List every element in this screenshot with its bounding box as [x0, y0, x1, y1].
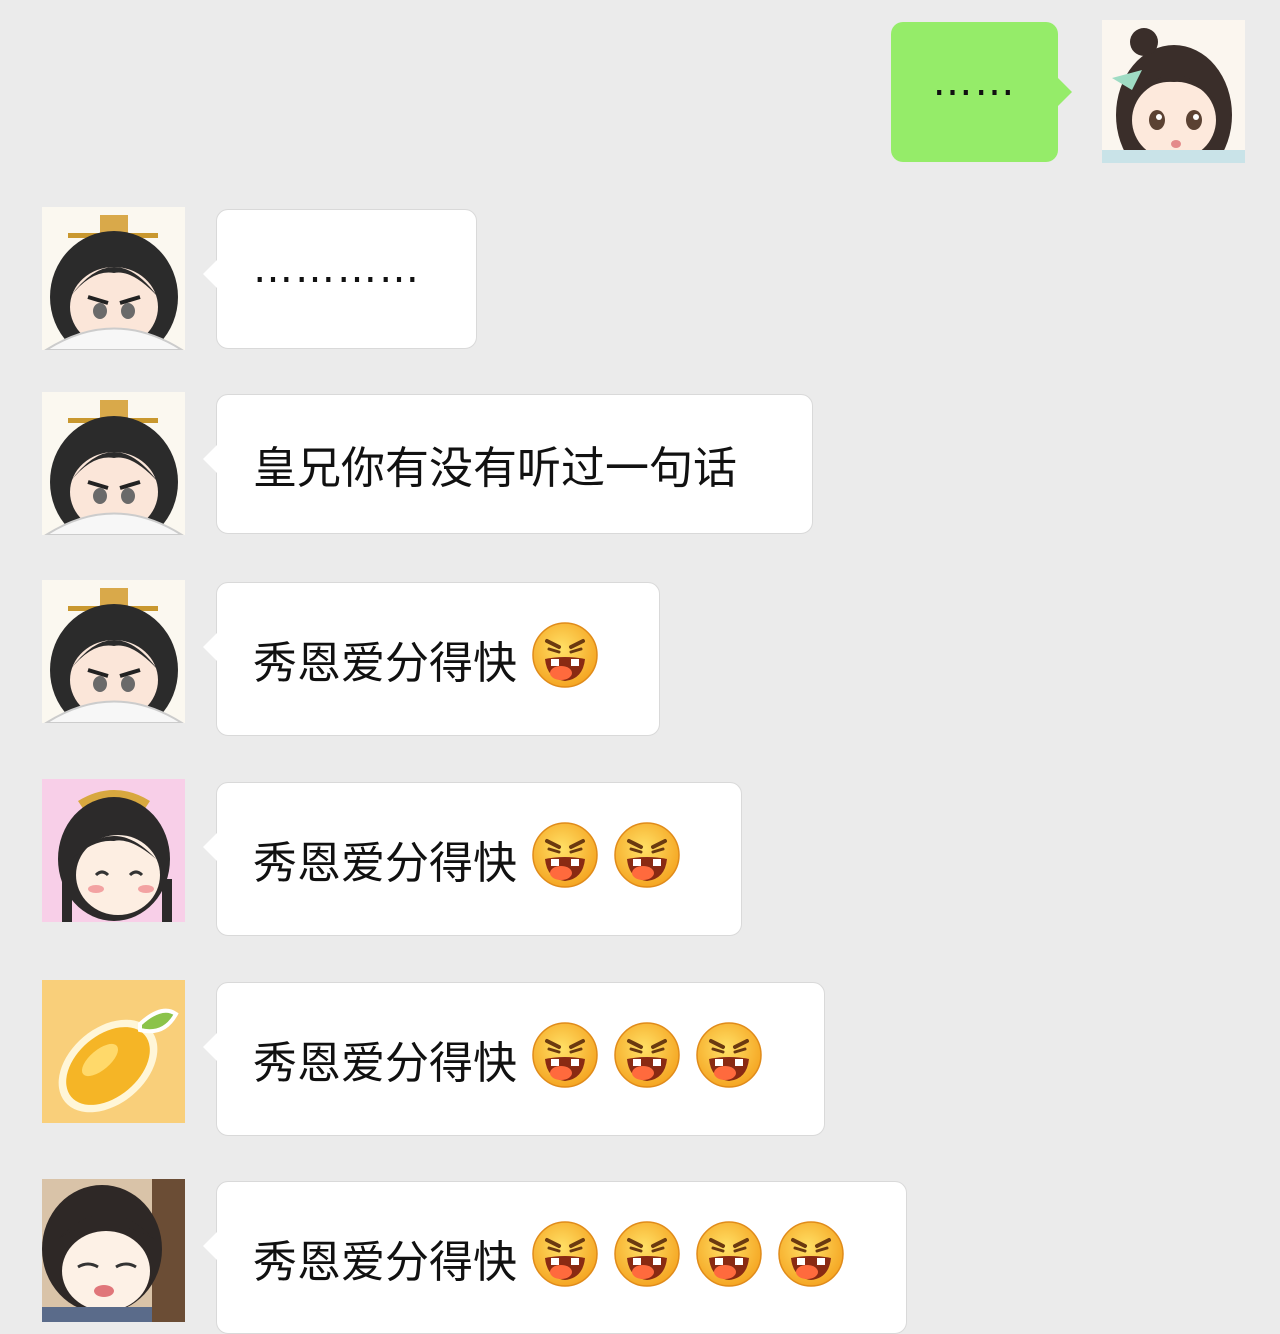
grimace-tongue-emoji — [695, 1220, 763, 1288]
incoming-message-bubble[interactable]: 秀恩爱分得快 — [203, 782, 742, 936]
grimace-tongue-emoji — [613, 821, 681, 889]
brother-avatar[interactable] — [42, 207, 185, 350]
outgoing-message-bubble[interactable]: …… — [891, 22, 1072, 162]
brother-avatar[interactable] — [42, 580, 185, 723]
message-text: 秀恩爱分得快 — [253, 1038, 517, 1089]
incoming-message-bubble[interactable]: 秀恩爱分得快 — [203, 1181, 907, 1334]
incoming-message-bubble[interactable]: 秀恩爱分得快 — [203, 582, 660, 736]
message-row: ………… — [0, 207, 1280, 350]
incoming-message-bubble[interactable]: 皇兄你有没有听过一句话 — [203, 394, 813, 534]
chat-window: …… ………… 皇兄你有没有听过一句话 秀恩爱分得快 秀恩爱分得快 秀恩爱分得快… — [0, 0, 1280, 1334]
emoji-group — [517, 822, 681, 893]
lady-avatar[interactable] — [42, 779, 185, 922]
incoming-message-bubble[interactable]: ………… — [203, 209, 477, 349]
message-row: 皇兄你有没有听过一句话 — [0, 392, 1280, 535]
message-text: …… — [932, 59, 1017, 105]
message-row: …… — [0, 20, 1280, 164]
grimace-tongue-emoji — [531, 621, 599, 689]
message-row: 秀恩爱分得快 — [0, 580, 1280, 736]
grimace-tongue-emoji — [531, 821, 599, 889]
grimace-tongue-emoji — [531, 1021, 599, 1089]
message-text: 皇兄你有没有听过一句话 — [253, 443, 737, 494]
sleepy-avatar[interactable] — [42, 1179, 185, 1322]
incoming-message-bubble[interactable]: 秀恩爱分得快 — [203, 982, 825, 1136]
message-text: 秀恩爱分得快 — [253, 1236, 517, 1288]
grimace-tongue-emoji — [695, 1021, 763, 1089]
message-text: 秀恩爱分得快 — [253, 638, 517, 689]
emoji-group — [517, 1022, 763, 1093]
emoji-group — [517, 622, 599, 693]
self-avatar[interactable] — [1102, 20, 1245, 163]
grimace-tongue-emoji — [613, 1220, 681, 1288]
lemon-avatar[interactable] — [42, 980, 185, 1123]
emoji-group — [517, 1220, 845, 1292]
message-row: 秀恩爱分得快 — [0, 779, 1280, 936]
grimace-tongue-emoji — [777, 1220, 845, 1288]
message-row: 秀恩爱分得快 — [0, 980, 1280, 1136]
message-text: 秀恩爱分得快 — [253, 838, 517, 889]
grimace-tongue-emoji — [531, 1220, 599, 1288]
message-text: ………… — [253, 246, 421, 292]
message-row: 秀恩爱分得快 — [0, 1179, 1280, 1334]
grimace-tongue-emoji — [613, 1021, 681, 1089]
brother-avatar[interactable] — [42, 392, 185, 535]
